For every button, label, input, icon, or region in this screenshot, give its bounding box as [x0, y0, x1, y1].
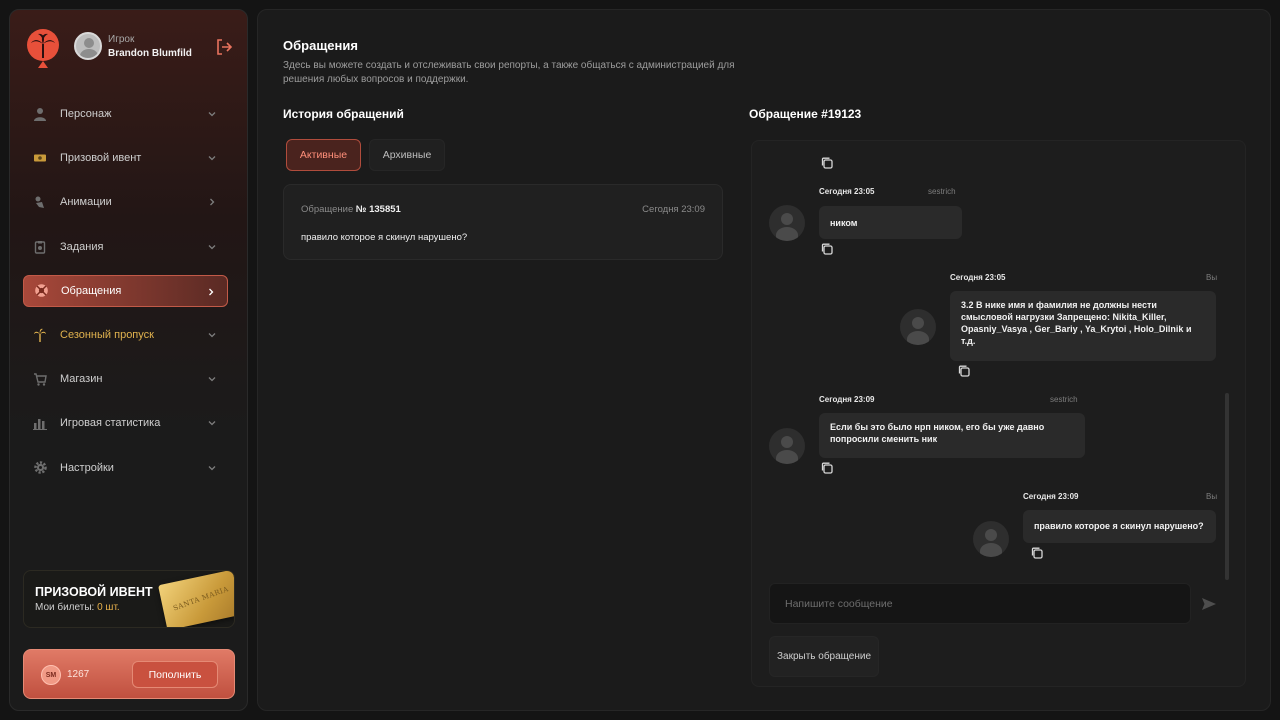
- tasks-icon: [32, 239, 48, 255]
- sidebar-item-label: Игровая статистика: [60, 417, 161, 430]
- logout-icon[interactable]: [215, 38, 233, 56]
- message-author: sestrich: [1050, 395, 1078, 404]
- sidebar-item-label: Настройки: [60, 461, 114, 474]
- profile-name: Brandon Blumfild: [108, 48, 192, 59]
- chevron-down-icon: [208, 332, 216, 338]
- message-avatar: [973, 521, 1009, 557]
- prize-event-card[interactable]: ПРИЗОВОЙ ИВЕНТ Мои билеты: 0 шт. SANTA M…: [23, 570, 235, 628]
- message-author: Вы: [1206, 273, 1218, 282]
- message-avatar: [769, 428, 805, 464]
- message-avatar: [769, 205, 805, 241]
- message-input[interactable]: [769, 583, 1191, 624]
- sidebar-item-season-pass[interactable]: Сезонный пропуск: [23, 319, 228, 351]
- chevron-down-icon: [208, 244, 216, 249]
- message-bubble: правило которое я скинул нарушено?: [1023, 510, 1216, 543]
- sidebar-item-character[interactable]: Персонаж: [23, 98, 228, 130]
- balance-card: SM 1267 Пополнить: [23, 649, 235, 699]
- history-title: История обращений: [283, 107, 404, 121]
- message-bubble: ником: [819, 206, 962, 239]
- palm-icon: [32, 327, 48, 343]
- message-time: Сегодня 23:05: [950, 273, 1006, 282]
- copy-icon[interactable]: [957, 364, 971, 378]
- avatar[interactable]: [74, 32, 102, 60]
- sidebar-item-label: Магазин: [60, 373, 103, 386]
- chat-panel: Сегодня 23:05 sestrich ником Сегодня 23:…: [751, 140, 1246, 687]
- ticket-text: SANTA MARIA: [172, 585, 230, 613]
- sidebar-item-label: Обращения: [61, 284, 122, 297]
- profile-role: Игрок: [108, 34, 135, 45]
- tab-archived[interactable]: Архивные: [369, 139, 445, 171]
- sidebar-item-label: Задания: [60, 240, 104, 253]
- ticket-label: Обращение № 135851: [301, 204, 401, 215]
- event-title: ПРИЗОВОЙ ИВЕНТ: [35, 585, 153, 599]
- tickets-label: Мои билеты:: [35, 602, 95, 613]
- chevron-down-icon: [208, 421, 216, 426]
- topup-button[interactable]: Пополнить: [132, 661, 218, 688]
- sidebar-item-label: Призовой ивент: [60, 152, 142, 165]
- sidebar-item-tasks[interactable]: Задания: [23, 231, 228, 263]
- chat-scrollbar[interactable]: [1225, 393, 1229, 580]
- palm-logo-icon: [27, 29, 59, 68]
- message-time: Сегодня 23:09: [1023, 492, 1079, 501]
- event-tickets: Мои билеты: 0 шт.: [35, 602, 120, 613]
- history-tabs: Активные Архивные: [286, 139, 445, 171]
- ticket-preview: правило которое я скинул нарушено?: [301, 232, 468, 243]
- golden-ticket-image: SANTA MARIA: [158, 571, 234, 627]
- chevron-down-icon: [208, 377, 216, 382]
- stats-icon: [32, 415, 48, 431]
- cart-icon: [32, 371, 48, 387]
- tickets-value: 0 шт.: [97, 602, 120, 613]
- balance-amount: 1267: [67, 669, 90, 680]
- page-description: Здесь вы можете создать и отслеживать св…: [283, 60, 735, 85]
- sidebar-item-game-stats[interactable]: Игровая статистика: [23, 407, 228, 439]
- sidebar-item-settings[interactable]: Настройки: [23, 452, 228, 484]
- gear-icon: [32, 460, 48, 476]
- sidebar-item-label: Персонаж: [60, 108, 112, 120]
- sidebar-item-shop[interactable]: Магазин: [23, 363, 228, 395]
- page-title: Обращения: [283, 38, 358, 53]
- close-request-button[interactable]: Закрыть обращение: [769, 636, 879, 677]
- chevron-down-icon: [208, 156, 216, 161]
- message-bubble: 3.2 В нике имя и фамилия не должны нести…: [950, 291, 1216, 361]
- send-icon[interactable]: [1201, 596, 1217, 612]
- sidebar-item-label: Анимации: [60, 196, 112, 209]
- sidebar-item-animations[interactable]: Анимации: [23, 186, 228, 218]
- ticket-list-item[interactable]: Обращение № 135851 Сегодня 23:09 правило…: [283, 184, 723, 260]
- sidebar-nav: Персонаж Призовой ивент Анимации Задания…: [23, 98, 228, 496]
- chevron-down-icon: [208, 465, 216, 470]
- ticket-icon: [32, 150, 48, 166]
- message-time: Сегодня 23:09: [819, 395, 875, 404]
- user-icon: [32, 106, 48, 122]
- ticket-number: № 135851: [355, 204, 401, 215]
- animation-icon: [32, 194, 48, 210]
- main-panel: Обращения Здесь вы можете создать и отсл…: [257, 9, 1271, 711]
- chevron-down-icon: [208, 112, 216, 117]
- message-author: Вы: [1206, 492, 1218, 501]
- message-avatar: [900, 309, 936, 345]
- copy-icon[interactable]: [1030, 546, 1044, 560]
- copy-icon[interactable]: [820, 156, 834, 170]
- message-time: Сегодня 23:05: [819, 187, 875, 196]
- tab-active[interactable]: Активные: [286, 139, 361, 171]
- copy-icon[interactable]: [820, 461, 834, 475]
- sidebar-item-prize-event[interactable]: Призовой ивент: [23, 142, 228, 174]
- ticket-label-text: Обращение: [301, 204, 354, 215]
- lifebuoy-icon: [33, 283, 49, 299]
- chevron-right-icon: [209, 288, 214, 296]
- message-author: sestrich: [928, 187, 956, 196]
- profile-block: Игрок Brandon Blumfild: [26, 28, 233, 78]
- sidebar-item-requests[interactable]: Обращения: [23, 274, 228, 307]
- chat-title: Обращение #19123: [749, 107, 862, 121]
- message-bubble: Если бы это было нрп ником, его бы уже д…: [819, 413, 1085, 458]
- sidebar-item-label: Сезонный пропуск: [60, 328, 154, 341]
- app-root: Игрок Brandon Blumfild Персонаж Призовой…: [0, 0, 1280, 720]
- sidebar: Игрок Brandon Blumfild Персонаж Призовой…: [9, 9, 248, 711]
- ticket-time: Сегодня 23:09: [642, 204, 705, 215]
- coin-icon: SM: [41, 665, 61, 685]
- copy-icon[interactable]: [820, 242, 834, 256]
- chevron-right-icon: [210, 198, 215, 206]
